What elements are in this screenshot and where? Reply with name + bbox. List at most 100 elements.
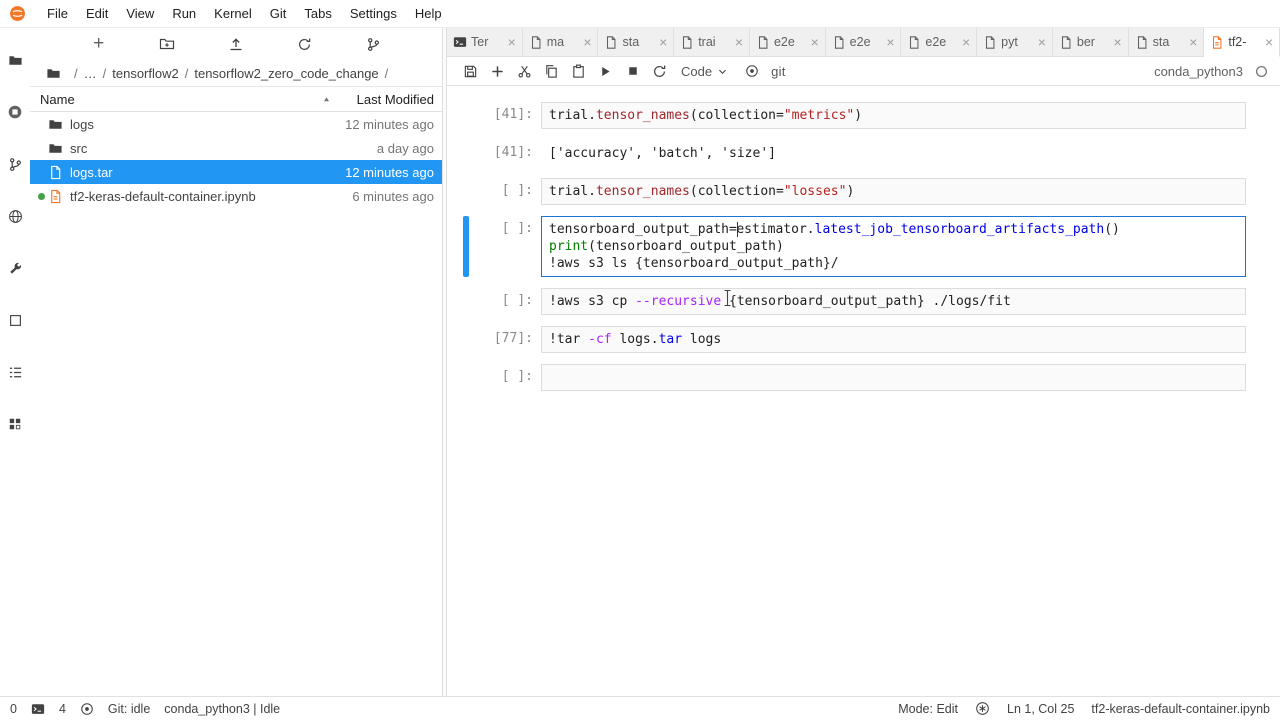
menu-item-settings[interactable]: Settings xyxy=(341,0,406,27)
jupyterlab-app: FileEditViewRunKernelGitTabsSettingsHelp… xyxy=(0,0,1280,720)
run-button[interactable] xyxy=(592,59,619,83)
dock-tab-tf2[interactable]: tf2-× xyxy=(1204,28,1280,57)
notebook-cell: [ ]: xyxy=(463,364,1246,391)
tab-close-icon[interactable]: × xyxy=(1186,35,1200,49)
running-icon xyxy=(7,104,23,120)
sidebar-tab-git[interactable] xyxy=(0,138,30,190)
breadcrumb-segment[interactable]: … xyxy=(84,66,97,81)
code-token: !aws s3 ls {tensorboard_output_path}/ xyxy=(549,256,839,271)
circle-dot-button[interactable] xyxy=(738,59,765,83)
dock-tab-sta[interactable]: sta× xyxy=(598,28,674,57)
column-header-name[interactable]: Name xyxy=(40,92,75,107)
menu-item-help[interactable]: Help xyxy=(406,0,451,27)
cell-editor[interactable]: tensorboard_output_path=estimator.latest… xyxy=(541,216,1246,277)
kernel-name[interactable]: conda_python3 xyxy=(1154,64,1243,79)
code-token: trial. xyxy=(549,108,596,123)
restart-button[interactable] xyxy=(646,59,673,83)
sidebar-tab-notebook-tools[interactable] xyxy=(0,294,30,346)
tab-close-icon[interactable]: × xyxy=(732,35,746,49)
dock-tab-ma[interactable]: ma× xyxy=(523,28,599,57)
breadcrumb-segment[interactable]: tensorflow2 xyxy=(112,66,178,81)
breadcrumb-segment[interactable]: tensorflow2_zero_code_change xyxy=(194,66,378,81)
dock-tab-e2e[interactable]: e2e× xyxy=(826,28,902,57)
tab-close-icon[interactable]: × xyxy=(580,35,594,49)
main-area: + /…/tensorflow2/tensorflow2_zero_code_c… xyxy=(0,28,1280,696)
sidebar-tab-running-sessions[interactable] xyxy=(0,86,30,138)
upload-button[interactable] xyxy=(222,31,250,57)
cell-editor[interactable]: trial.tensor_names(collection="metrics") xyxy=(541,102,1246,129)
sidebar-tab-property-inspector[interactable] xyxy=(0,242,30,294)
menu-item-view[interactable]: View xyxy=(117,0,163,27)
kernel-status-icon[interactable] xyxy=(1255,65,1268,78)
file-row[interactable]: tf2-keras-default-container.ipynb6 minut… xyxy=(30,184,442,208)
tab-close-icon[interactable]: × xyxy=(1262,35,1276,49)
cell-type-dropdown[interactable]: Code xyxy=(681,64,728,79)
code-token: !aws s3 cp xyxy=(549,294,635,309)
folder-icon xyxy=(46,66,62,81)
git-status[interactable]: Git: idle xyxy=(108,702,150,716)
new-folder-button[interactable] xyxy=(153,31,181,57)
cursor-position[interactable]: Ln 1, Col 25 xyxy=(1007,702,1074,716)
paste-button[interactable] xyxy=(565,59,592,83)
dock-tab-e2e[interactable]: e2e× xyxy=(750,28,826,57)
tab-close-icon[interactable]: × xyxy=(959,35,973,49)
terminal-count[interactable]: 0 xyxy=(10,702,17,716)
dock-tab-ber[interactable]: ber× xyxy=(1053,28,1129,57)
new-launcher-button[interactable]: + xyxy=(85,31,113,57)
tab-close-icon[interactable]: × xyxy=(505,35,519,49)
file-row[interactable]: srca day ago xyxy=(30,136,442,160)
menu-item-file[interactable]: File xyxy=(38,0,77,27)
save-button[interactable] xyxy=(457,59,484,83)
cell-editor[interactable]: !tar -cf logs.tar logs xyxy=(541,326,1246,353)
menu-item-run[interactable]: Run xyxy=(163,0,205,27)
dock-tab-sta[interactable]: sta× xyxy=(1129,28,1205,57)
sidebar-tab-extensions[interactable] xyxy=(0,398,30,450)
add-button[interactable] xyxy=(484,59,511,83)
code-line: trial.tensor_names(collection="metrics") xyxy=(549,107,1238,124)
cell-collapser[interactable] xyxy=(463,140,469,167)
copy-button[interactable] xyxy=(538,59,565,83)
dock-tab-trai[interactable]: trai× xyxy=(674,28,750,57)
stop-button[interactable] xyxy=(619,59,646,83)
tab-label: Ter xyxy=(471,35,505,49)
copy-icon xyxy=(544,64,559,79)
cell-collapser[interactable] xyxy=(463,102,469,129)
file-row[interactable]: logs12 minutes ago xyxy=(30,112,442,136)
notebook-cell: [41]:trial.tensor_names(collection="metr… xyxy=(463,102,1246,129)
tab-label: e2e xyxy=(925,35,959,49)
tab-close-icon[interactable]: × xyxy=(1111,35,1125,49)
tab-close-icon[interactable]: × xyxy=(656,35,670,49)
tab-close-icon[interactable]: × xyxy=(1035,35,1049,49)
git-clone-button[interactable] xyxy=(359,31,387,57)
dock-tab-e2e[interactable]: e2e× xyxy=(901,28,977,57)
cell-editor[interactable]: !aws s3 cp --recursive {tensorboard_outp… xyxy=(541,288,1246,315)
sidebar-tab-table-of-contents[interactable] xyxy=(0,346,30,398)
jupyter-logo-icon[interactable] xyxy=(8,5,26,23)
cell-collapser[interactable] xyxy=(463,216,469,277)
menu-item-tabs[interactable]: Tabs xyxy=(295,0,340,27)
cell-collapser[interactable] xyxy=(463,288,469,315)
cell-editor[interactable] xyxy=(541,364,1246,391)
menu-item-git[interactable]: Git xyxy=(261,0,296,27)
dock-tab-ter[interactable]: Ter× xyxy=(447,28,523,57)
sidebar-tab-file-browser[interactable] xyxy=(0,34,30,86)
cell-collapser[interactable] xyxy=(463,364,469,391)
git-toolbar-button[interactable]: git xyxy=(771,64,786,79)
cut-button[interactable] xyxy=(511,59,538,83)
menu-item-kernel[interactable]: Kernel xyxy=(205,0,261,27)
tab-close-icon[interactable]: × xyxy=(883,35,897,49)
cell-editor[interactable]: trial.tensor_names(collection="losses") xyxy=(541,178,1246,205)
refresh-button[interactable] xyxy=(291,31,319,57)
kernel-count[interactable]: 4 xyxy=(59,702,66,716)
cell-collapser[interactable] xyxy=(463,178,469,205)
kernel-status[interactable]: conda_python3 | Idle xyxy=(164,702,280,716)
menu-item-edit[interactable]: Edit xyxy=(77,0,117,27)
tab-close-icon[interactable]: × xyxy=(808,35,822,49)
file-row[interactable]: logs.tar12 minutes ago xyxy=(30,160,442,184)
file-name: logs xyxy=(70,117,94,132)
command-mode[interactable]: Mode: Edit xyxy=(898,702,958,716)
sidebar-tab-commands[interactable] xyxy=(0,190,30,242)
column-header-modified[interactable]: Last Modified xyxy=(357,92,434,107)
cell-collapser[interactable] xyxy=(463,326,469,353)
dock-tab-pyt[interactable]: pyt× xyxy=(977,28,1053,57)
